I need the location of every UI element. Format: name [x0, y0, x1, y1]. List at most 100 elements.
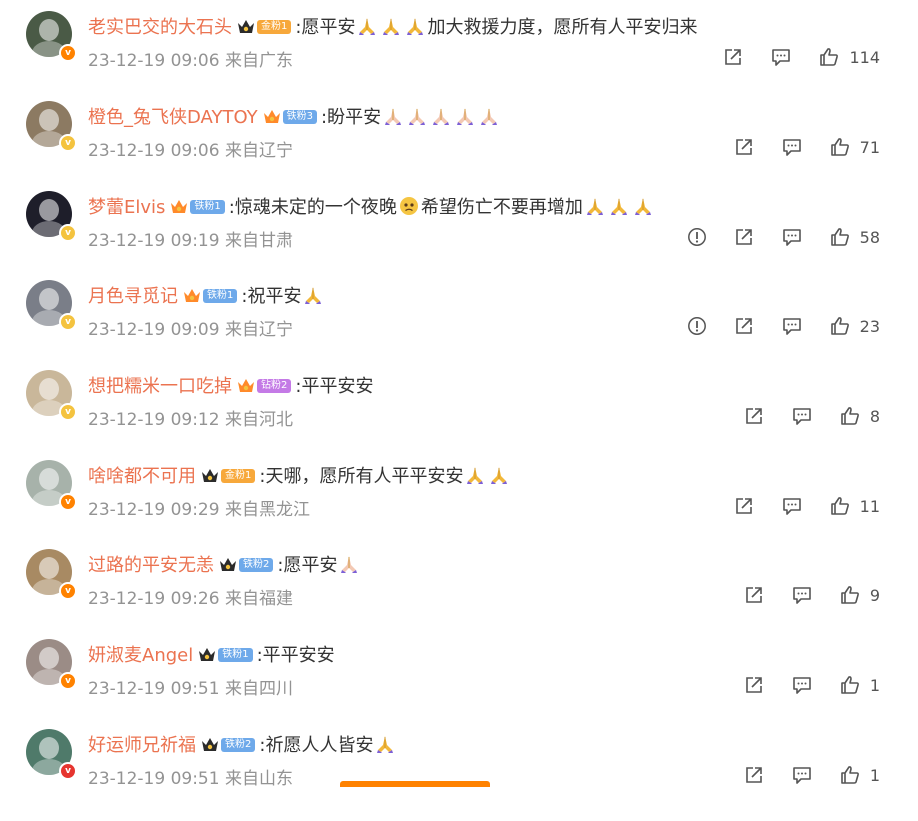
like-count: 9 [869, 585, 880, 605]
username-link[interactable]: 梦蕾Elvis [88, 193, 165, 219]
report-icon[interactable] [687, 316, 707, 336]
share-icon[interactable] [743, 674, 765, 696]
comment-location: 来自黑龙江 [224, 500, 310, 520]
username-link[interactable]: 啥啥都不可用 [88, 462, 196, 488]
username-link[interactable]: 老实巴交的大石头 [88, 13, 232, 39]
comment-location: 来自河北 [224, 410, 293, 430]
verified-badge-icon: v [59, 134, 77, 152]
praying-hands-emoji [491, 467, 508, 484]
username-link[interactable]: 橙色_兔飞侠DAYTOY [88, 103, 258, 129]
like-button[interactable]: 114 [818, 46, 880, 68]
fan-level-badge: 铁粉2 [239, 558, 274, 572]
username-link[interactable]: 过路的平安无恙 [88, 551, 214, 577]
like-button[interactable]: 71 [829, 136, 880, 158]
fan-level-badge: 铁粉3 [282, 110, 318, 124]
comment-content-line: 过路的平安无恙 铁粉2 :愿平安 [88, 552, 361, 576]
praying-hands-emoji [433, 108, 450, 125]
comment-content-line: 好运师兄祈福 铁粉2 :祈愿人人皆安 [88, 732, 397, 756]
comment-item: v 好运师兄祈福 铁粉2 :祈愿人人皆安 23-12-19 09:51 来自山东 [0, 729, 918, 821]
username-link[interactable]: 妍淑麦Angel [88, 641, 193, 667]
crown-icon [199, 648, 216, 661]
comment-icon[interactable] [781, 495, 803, 517]
comment-meta: 23-12-19 09:19 来自甘肃 [88, 226, 293, 251]
crown-icon [238, 379, 254, 392]
fan-level-badge: 铁粉1 [203, 289, 238, 303]
comment-actions: 1 [717, 764, 880, 786]
avatar-face [39, 737, 59, 759]
username-link[interactable]: 好运师兄祈福 [88, 731, 196, 757]
share-icon[interactable] [722, 46, 744, 68]
fan-level-badge: 铁粉1 [218, 648, 253, 662]
comment-icon[interactable] [770, 46, 792, 68]
like-count: 58 [859, 227, 880, 247]
like-count: 71 [859, 137, 880, 157]
comment-item: v 月色寻觅记 铁粉1 :祝平安 23-12-19 09:09 来自辽宁 23 [0, 280, 918, 372]
share-icon[interactable] [743, 405, 765, 427]
crown-icon [171, 200, 188, 213]
like-count: 1 [869, 765, 880, 785]
fan-level-badge: 钻粉2 [257, 379, 292, 393]
praying-hands-emoji [383, 18, 400, 35]
comment-content-line: 橙色_兔飞侠DAYTOY 铁粉3 :盼平安 [88, 104, 501, 128]
comment-actions: 9 [717, 584, 880, 606]
comment-actions: 23 [661, 315, 880, 337]
comment-icon[interactable] [791, 405, 813, 427]
comment-text: :平平安安 [295, 376, 374, 397]
comment-icon[interactable] [791, 584, 813, 606]
like-button[interactable]: 23 [829, 315, 880, 337]
like-count: 8 [869, 406, 880, 426]
comment-location: 来自辽宁 [224, 320, 293, 340]
comment-icon[interactable] [791, 674, 813, 696]
like-button[interactable]: 1 [839, 764, 880, 786]
comment-time: 23-12-19 09:26 [88, 589, 220, 609]
report-icon[interactable] [687, 227, 707, 247]
like-button[interactable]: 8 [839, 405, 880, 427]
comment-location: 来自辽宁 [224, 141, 293, 161]
like-count: 23 [859, 316, 880, 336]
comment-meta: 23-12-19 09:12 来自河北 [88, 405, 293, 430]
comment-item: v 老实巴交的大石头 金粉1 :愿平安 加大救援力度，愿所有人平安归来 23-1… [0, 11, 918, 103]
comment-actions: 11 [707, 495, 880, 517]
verified-badge-icon: v [59, 313, 77, 331]
comment-icon[interactable] [781, 315, 803, 337]
comment-content-line: 老实巴交的大石头 金粉1 :愿平安 加大救援力度，愿所有人平安归来 [88, 14, 697, 38]
comment-meta: 23-12-19 09:51 来自山东 [88, 764, 293, 789]
comment-icon[interactable] [781, 226, 803, 248]
verified-badge-icon: v [59, 224, 77, 242]
comment-content-line: 妍淑麦Angel 铁粉1 :平平安安 [88, 642, 335, 666]
share-icon[interactable] [733, 315, 755, 337]
crown-icon [184, 289, 200, 302]
share-icon[interactable] [743, 764, 765, 786]
username-link[interactable]: 想把糯米一口吃掉 [88, 372, 232, 398]
share-icon[interactable] [743, 584, 765, 606]
verified-badge-icon: v [59, 493, 77, 511]
like-button[interactable]: 1 [839, 674, 880, 696]
crown-icon [263, 110, 280, 123]
avatar-face [39, 109, 59, 131]
like-button[interactable]: 58 [829, 226, 880, 248]
comment-actions: 8 [717, 405, 880, 427]
comment-location: 来自山东 [224, 769, 293, 789]
praying-hands-emoji [359, 18, 376, 35]
comment-content-line: 梦蕾Elvis 铁粉1 :惊魂未定的一个夜晚 希望伤亡不要再增加 [88, 194, 655, 218]
share-icon[interactable] [733, 136, 755, 158]
username-link[interactable]: 月色寻觅记 [88, 282, 178, 308]
share-icon[interactable] [733, 226, 755, 248]
crown-icon [220, 558, 236, 571]
comment-content-line: 啥啥都不可用 金粉1 :天哪，愿所有人平平安安 [88, 463, 511, 487]
crown-icon [202, 469, 218, 482]
share-icon[interactable] [733, 495, 755, 517]
comment-actions: 114 [696, 46, 880, 68]
comment-item: v 梦蕾Elvis 铁粉1 :惊魂未定的一个夜晚 希望伤亡不要再增加 23-12… [0, 191, 918, 283]
like-button[interactable]: 9 [839, 584, 880, 606]
comment-icon[interactable] [781, 136, 803, 158]
verified-badge-icon: v [59, 403, 77, 421]
like-button[interactable]: 11 [829, 495, 880, 517]
comment-time: 23-12-19 09:09 [88, 320, 220, 340]
comment-icon[interactable] [791, 764, 813, 786]
verified-badge-icon: v [59, 582, 77, 600]
praying-hands-emoji [457, 108, 474, 125]
comment-text: :祈愿人人皆安 [259, 735, 374, 756]
comment-text-continued: 希望伤亡不要再增加 [420, 197, 583, 218]
praying-hands-emoji [305, 287, 322, 304]
